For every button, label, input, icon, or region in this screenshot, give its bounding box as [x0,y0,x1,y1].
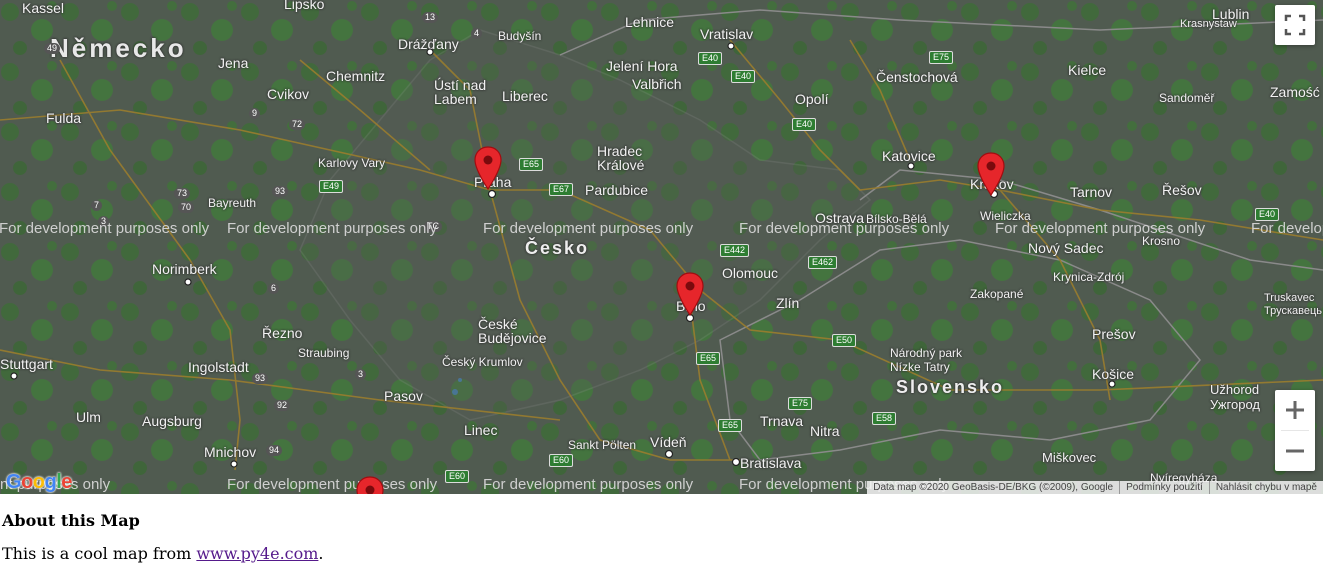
report-error-link[interactable]: Nahlásit chybu v mapě [1208,481,1323,494]
road-shield: E40 [792,118,817,131]
dev-watermark: For development purposes only [483,476,694,493]
fullscreen-button[interactable] [1275,5,1315,45]
road-shield: E462 [808,256,838,269]
pin-icon [676,272,704,317]
road-shield: E67 [549,183,574,196]
road-shield: E40 [731,70,756,83]
description-prefix: This is a cool map from [2,544,197,563]
zoom-out-button[interactable] [1275,431,1315,471]
map-canvas[interactable]: Německo Česko Slovensko Kassel Lipsko Dr… [0,0,1323,494]
map-marker-krakov[interactable] [977,152,1005,197]
road-shield: E58 [872,412,897,425]
zoom-control [1275,390,1315,471]
dev-watermark: For development purposes only [0,220,210,237]
road-shield: E65 [519,158,544,171]
map-attribution: Data map ©2020 GeoBasis-DE/BKG (©2009), … [867,481,1323,494]
dev-watermark: For development purposes only [227,220,438,237]
description-suffix: . [318,544,324,563]
road-shield: E65 [696,352,721,365]
pin-icon [356,476,384,494]
minus-icon [1286,449,1304,453]
road-shield: 3 [355,369,367,380]
plus-icon [1286,401,1304,419]
road-shield: E50 [832,334,857,347]
road-shield: 49 [44,43,61,54]
road-shield: E65 [718,419,743,432]
road-shield: 7 [91,200,103,211]
road-shield: 94 [266,445,283,456]
dev-watermark: For development purposes only [1251,220,1323,237]
road-shield: E60 [549,454,574,467]
map-marker-praha[interactable] [474,146,502,191]
pin-icon [474,146,502,191]
dev-watermark: For development purposes only [227,476,438,493]
road-shield: 93 [252,373,269,384]
road-shield: E49 [319,180,344,193]
description-text: This is a cool map from www.py4e.com. [2,544,324,563]
map-marker-pasov[interactable] [356,476,384,494]
road-shield: 93 [272,186,289,197]
road-shield: 6 [268,283,280,294]
road-shield: 70 [178,202,195,213]
road-shield: E75 [929,51,954,64]
road-shield: E60 [445,470,470,483]
road-shield: 4 [471,28,483,39]
road-shield: 72 [289,119,306,130]
google-logo[interactable]: Google [6,471,72,494]
road-shield: 13 [422,12,439,23]
dev-watermark: For development purposes only [739,220,950,237]
road-shield: 73 [174,188,191,199]
city-dots [10,42,1116,468]
road-shield: 92 [274,400,291,411]
zoom-in-button[interactable] [1275,390,1315,430]
road-shield: E75 [788,397,813,410]
road-shield: 9 [249,108,261,119]
road-shield: E442 [720,244,750,257]
dev-watermark: For development purposes only [995,220,1206,237]
terms-link[interactable]: Podmínky použití [1119,481,1209,494]
fullscreen-icon [1284,14,1306,36]
dev-watermark: For development purposes only [483,220,694,237]
section-heading: About this Map [2,511,140,530]
map-marker-brno[interactable] [676,272,704,317]
map-data-credit: Data map ©2020 GeoBasis-DE/BKG (©2009), … [873,482,1114,493]
py4e-link[interactable]: www.py4e.com [196,544,318,563]
pin-icon [977,152,1005,197]
road-shield: E40 [698,52,723,65]
